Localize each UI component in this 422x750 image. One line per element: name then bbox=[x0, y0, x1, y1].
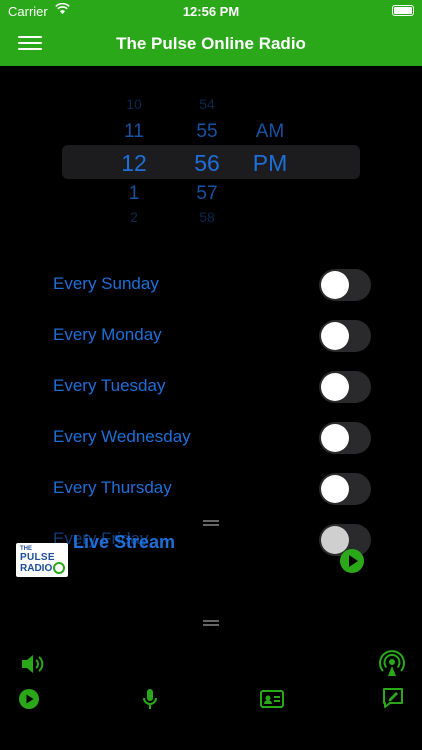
clock: 12:56 PM bbox=[182, 4, 240, 19]
day-label: Every Sunday bbox=[53, 274, 159, 293]
bottom-controls bbox=[0, 640, 422, 750]
microphone-icon[interactable] bbox=[141, 687, 159, 711]
day-label: Every Tuesday bbox=[53, 376, 166, 395]
play-icon[interactable] bbox=[18, 688, 40, 710]
day-label: Every Wednesday bbox=[53, 427, 191, 446]
now-playing-title: Live Stream bbox=[73, 532, 176, 552]
status-bar: Carrier 12:56 PM bbox=[0, 0, 422, 22]
minute-option[interactable]: 58 bbox=[172, 209, 242, 225]
drag-handle-icon[interactable] bbox=[203, 520, 219, 526]
tuesday-toggle[interactable] bbox=[319, 371, 371, 403]
drag-handle-icon[interactable] bbox=[203, 620, 219, 626]
volume-icon[interactable] bbox=[20, 652, 46, 676]
hour-option[interactable]: 2 bbox=[100, 209, 168, 225]
ampm-option[interactable]: AM bbox=[240, 121, 300, 143]
logo-ring-icon bbox=[53, 562, 65, 574]
sunday-toggle[interactable] bbox=[319, 269, 371, 301]
navigation-bar: The Pulse Online Radio bbox=[0, 22, 422, 66]
minute-option[interactable]: 55 bbox=[172, 121, 242, 143]
list-item: Every Thursday bbox=[0, 466, 422, 512]
monday-toggle[interactable] bbox=[319, 320, 371, 352]
time-picker[interactable]: 10 11 12 1 2 54 55 56 57 58 AM PM bbox=[0, 96, 422, 226]
page-title: The Pulse Online Radio bbox=[116, 34, 306, 53]
play-button[interactable] bbox=[340, 549, 364, 573]
logo-line: RADIO bbox=[20, 563, 53, 574]
wednesday-toggle[interactable] bbox=[319, 422, 371, 454]
logo-line: PULSE bbox=[20, 552, 55, 563]
minute-option[interactable]: 54 bbox=[172, 96, 242, 112]
list-item: Every Sunday bbox=[0, 262, 422, 308]
thursday-toggle[interactable] bbox=[319, 473, 371, 505]
ampm-option-selected[interactable]: PM bbox=[240, 150, 300, 177]
minute-option[interactable]: 57 bbox=[172, 183, 242, 205]
list-item: Every Wednesday bbox=[0, 415, 422, 461]
broadcast-icon[interactable] bbox=[378, 650, 406, 678]
list-item: Every Monday bbox=[0, 313, 422, 359]
list-item: Every Tuesday bbox=[0, 364, 422, 410]
hour-option[interactable]: 1 bbox=[100, 183, 168, 205]
contact-card-icon[interactable] bbox=[259, 688, 285, 710]
hour-option[interactable]: 11 bbox=[100, 121, 168, 143]
station-logo: THE PULSE RADIO bbox=[16, 543, 68, 577]
hour-option[interactable]: 10 bbox=[100, 96, 168, 112]
day-label: Every Thursday bbox=[53, 478, 172, 497]
battery-icon bbox=[392, 5, 414, 16]
day-label: Every Monday bbox=[53, 325, 162, 344]
hour-option-selected[interactable]: 12 bbox=[100, 150, 168, 177]
mini-player[interactable]: THE PULSE RADIO Live Stream bbox=[0, 532, 422, 587]
minute-option-selected[interactable]: 56 bbox=[172, 150, 242, 177]
compose-message-icon[interactable] bbox=[381, 686, 405, 710]
